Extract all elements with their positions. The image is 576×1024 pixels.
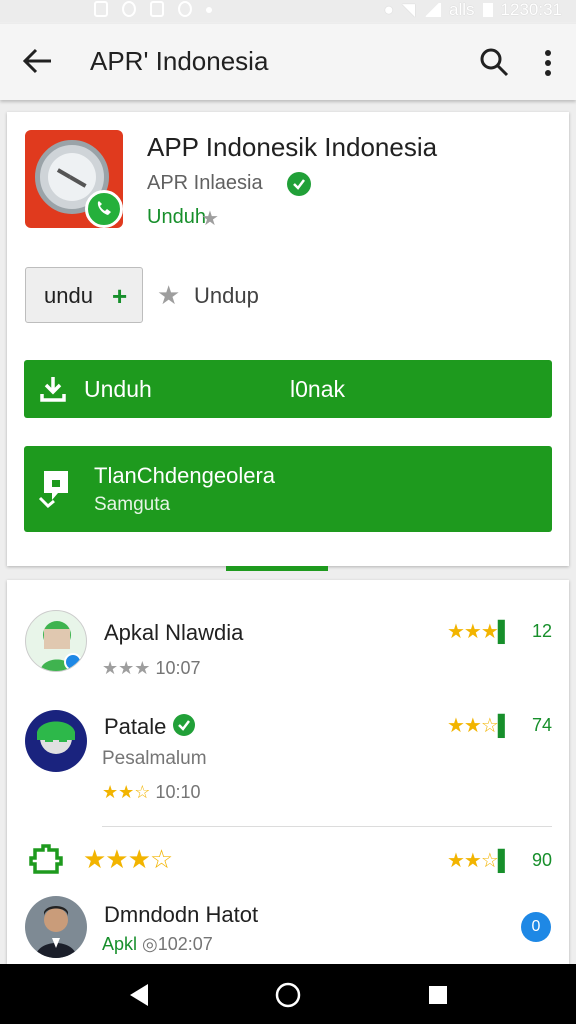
download-icon [40, 377, 66, 402]
avatar [25, 610, 87, 672]
verified-icon [173, 714, 195, 736]
signal-icon [423, 3, 442, 17]
profile-badge-icon [64, 653, 82, 671]
plus-icon: + [112, 281, 128, 311]
whatsapp-icon [85, 190, 123, 228]
wifi-icon: ◥ [401, 0, 416, 19]
notification-icon [122, 1, 136, 17]
navigation-bar [0, 964, 576, 1024]
open-button-title: TlanChdengeolera [94, 463, 276, 488]
avatar [25, 710, 87, 772]
rating-count: 12 [532, 621, 553, 641]
reply-badge-count: 0 [531, 918, 541, 935]
star-rating: ★★☆▌ [447, 715, 512, 737]
puzzle-icon [29, 844, 63, 874]
review-time: 10:10 [155, 782, 201, 802]
star-rating: ★★★▌ [447, 621, 512, 643]
record-icon [178, 1, 192, 17]
reviewer-name: Dmndodn Hatot [104, 902, 259, 927]
open-app-icon [38, 471, 68, 508]
open-button-subtitle: Samguta [94, 494, 171, 515]
scroll-indicator [226, 566, 328, 571]
dot-icon [206, 7, 212, 13]
secondary-button[interactable]: undu + [25, 267, 143, 323]
open-button[interactable]: TlanChdengeolera Samguta [24, 446, 552, 532]
review-meta: ★★☆ 10:10 [102, 782, 200, 803]
home-nav-icon[interactable] [273, 980, 303, 1010]
app-header-card: APP Indonesik Indonesia APR Inlaesia Und… [7, 112, 569, 566]
back-nav-icon[interactable] [124, 980, 154, 1010]
rating-count: 90 [532, 850, 553, 870]
image-icon [150, 1, 164, 17]
star-rating: ★★☆▌ [447, 850, 512, 872]
star-icon: ★ [201, 208, 219, 230]
secondary-button-label: undu [44, 283, 93, 308]
star-rating: ★★☆ [102, 782, 151, 802]
reviewer-name: Patale [104, 714, 167, 739]
install-button-extra: l0nak [290, 376, 345, 402]
review-meta: Apkl ◎102:07 [102, 934, 213, 955]
clock-small-icon: ◎ [142, 934, 158, 954]
avatar [25, 896, 87, 958]
status-bar: ● ◥ alls 1230:31 [0, 0, 576, 22]
toolbar-title: APR' Indonesia [90, 46, 269, 76]
notification-icon [94, 1, 108, 17]
status-time: 1230:31 [500, 0, 562, 19]
back-arrow-icon[interactable] [20, 46, 54, 76]
rating-count: 74 [532, 715, 553, 735]
reviews-card: Apkal Nlawdia ★★★ 10:07 ★★★▌ 12 Patale P… [7, 580, 569, 964]
search-icon[interactable] [478, 46, 510, 78]
carrier-label: alls [449, 0, 475, 19]
review-time: 102:07 [157, 934, 213, 954]
verified-icon [287, 172, 311, 196]
app-toolbar: APR' Indonesia [0, 24, 576, 100]
divider [102, 826, 552, 827]
star-rating: ★★★☆ [83, 844, 173, 874]
star-rating: ★★★ [102, 658, 151, 678]
wishlist-star-icon[interactable]: ★ [157, 280, 180, 311]
wishlist-label[interactable]: Undup [194, 283, 259, 309]
recents-nav-icon[interactable] [423, 980, 453, 1010]
install-button[interactable]: Unduh l0nak [24, 360, 552, 418]
app-tag: Unduh [147, 206, 206, 228]
review-time: 10:07 [155, 658, 201, 678]
install-button-label: Unduh [84, 376, 152, 402]
reply-badge[interactable]: 0 [521, 912, 551, 942]
developer-link[interactable]: APR Inlaesia [147, 172, 263, 195]
location-icon: ● [383, 0, 394, 19]
more-vert-icon[interactable] [540, 48, 556, 78]
review-meta: ★★★ 10:07 [102, 658, 200, 679]
reviewer-name: Apkal Nlawdia [104, 620, 244, 645]
review-text: Pesalmalum [102, 748, 207, 769]
app-icon [25, 130, 123, 228]
battery-icon [482, 3, 493, 17]
app-name: APP Indonesik Indonesia [147, 132, 438, 162]
review-app-label: Apkl [102, 934, 138, 954]
